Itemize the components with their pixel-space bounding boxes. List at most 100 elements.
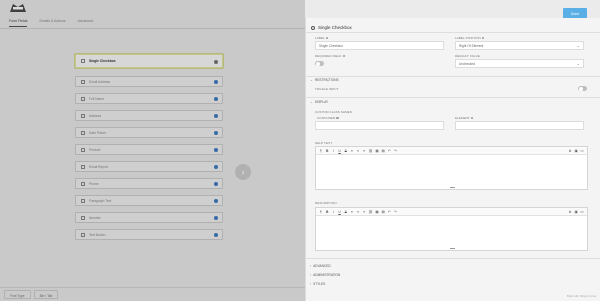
strike-icon[interactable]: S [344,149,348,153]
required-toggle[interactable] [315,61,324,66]
copy-icon[interactable]: ⧉ [568,149,572,153]
chevron-down-icon: ⌄ [576,61,580,66]
underline-icon[interactable]: U [338,210,342,214]
list-item[interactable]: Email Address [75,76,223,87]
link-icon[interactable]: ⛓ [369,210,373,214]
gear-icon[interactable] [214,59,218,64]
code-icon[interactable]: <> [580,210,584,214]
help-text-label: HELP TEXT [315,141,333,145]
field-list: Single Checkbox Email Address Full Name … [74,53,224,246]
field-icon [81,164,85,169]
tab-advanced[interactable]: Advanced [78,19,94,27]
editor-toolbar: ¶ B I U S ≡ ≡ ≡ ⛓ ▦ ▤ ↶ ↷ ⧉ ▣ <> [316,208,587,216]
list-item[interactable]: Number [75,212,223,223]
default-value-select[interactable]: Unchecked ⌄ [455,59,584,68]
resize-handle[interactable] [450,248,455,249]
tab-emails-actions[interactable]: Emails & Actions [39,19,65,27]
toggle-input-switch[interactable] [578,86,587,91]
redo-icon[interactable]: ↷ [393,149,397,153]
divider [305,76,600,77]
section-display[interactable]: ⌄ DISPLAY [310,100,328,104]
checkbox-icon [81,59,85,63]
drawer-header-bar [305,0,600,18]
list-ul-icon[interactable]: ≡ [350,210,354,214]
list-ul-icon[interactable]: ≡ [350,149,354,153]
field-icon [81,79,85,84]
label-position-select[interactable]: Right Of Element ⌄ [455,41,584,50]
field-label: Email Address [89,79,111,84]
underline-icon[interactable]: U [338,149,342,153]
next-arrow-button[interactable]: › [235,164,251,180]
element-class-input[interactable] [455,121,584,130]
label-label: LABEL [315,36,329,40]
paragraph-icon[interactable]: ¶ [319,149,323,153]
gear-icon[interactable] [214,233,218,237]
gear-icon[interactable] [214,97,218,101]
section-styles[interactable]: › STYLES [310,282,325,286]
chevron-right-icon: › [310,282,312,286]
gear-icon[interactable] [214,131,218,135]
section-administration[interactable]: › ADMINISTRATION [310,273,340,277]
footer-button[interactable]: Font Type [4,290,31,299]
gear-icon[interactable] [214,182,218,186]
footer-button[interactable]: Bin / Tab [33,290,59,299]
field-label: Single Checkbox [89,59,116,63]
section-advanced[interactable]: › ADVANCED [310,264,331,268]
redo-icon[interactable]: ↷ [393,210,397,214]
tab-form-fields[interactable]: Form Fields [9,19,28,27]
help-text-editor[interactable]: ¶ B I U S ≡ ≡ ≡ ⛓ ▦ ▤ ↶ ↷ ⧉ ▣ <> [315,146,588,190]
chevron-right-icon: › [310,273,312,277]
resize-handle[interactable] [450,187,455,188]
gear-icon[interactable] [214,165,218,169]
fullscreen-icon[interactable]: ▣ [574,149,578,153]
code-icon[interactable]: <> [580,149,584,153]
align-icon[interactable]: ≡ [362,149,366,153]
gear-icon[interactable] [214,148,218,152]
list-item[interactable]: Phone [75,178,223,189]
italic-icon[interactable]: I [331,210,335,214]
list-item[interactable]: Date Picker [75,127,223,138]
custom-classes-label: CUSTOM CLASS NAMES [315,110,352,114]
table-icon[interactable]: ▦ [375,210,379,214]
ninja-logo-icon [10,4,26,12]
field-label: Number [89,215,101,220]
list-ol-icon[interactable]: ≡ [356,210,360,214]
table-icon[interactable]: ▦ [375,149,379,153]
field-single-checkbox[interactable]: Single Checkbox [74,53,224,69]
italic-icon[interactable]: I [331,149,335,153]
list-item[interactable]: Address [75,110,223,121]
editor-toolbar: ¶ B I U S ≡ ≡ ≡ ⛓ ▦ ▤ ↶ ↷ ⧉ ▣ <> [316,147,587,155]
copy-icon[interactable]: ⧉ [568,210,572,214]
gear-icon[interactable] [214,80,218,84]
help-icon [342,54,346,57]
list-item[interactable]: Email Report [75,161,223,172]
field-icon [81,198,85,203]
divider [0,28,305,29]
link-icon[interactable]: ⛓ [369,149,373,153]
help-icon [325,36,329,39]
list-item[interactable]: Product [75,144,223,155]
field-label: Paragraph Text [89,198,112,203]
gear-icon[interactable] [214,216,218,220]
description-editor[interactable]: ¶ B I U S ≡ ≡ ≡ ⛓ ▦ ▤ ↶ ↷ ⧉ ▣ <> [315,207,588,251]
label-input[interactable]: Single Checkbox [315,41,444,50]
paragraph-icon[interactable]: ¶ [319,210,323,214]
container-class-input[interactable] [315,121,444,130]
undo-icon[interactable]: ↶ [387,149,391,153]
gear-icon[interactable] [214,114,218,118]
bold-icon[interactable]: B [325,210,329,214]
bold-icon[interactable]: B [325,149,329,153]
media-icon[interactable]: ▤ [381,210,385,214]
align-icon[interactable]: ≡ [362,210,366,214]
section-restrictions[interactable]: ⌄ RESTRICTIONS [310,78,339,82]
fullscreen-icon[interactable]: ▣ [574,210,578,214]
field-label: Email Report [89,164,109,169]
list-item[interactable]: Text Button [75,229,223,240]
list-ol-icon[interactable]: ≡ [356,149,360,153]
strike-icon[interactable]: S [344,210,348,214]
undo-icon[interactable]: ↶ [387,210,391,214]
gear-icon[interactable] [214,199,218,203]
media-icon[interactable]: ▤ [381,149,385,153]
list-item[interactable]: Full Name [75,93,223,104]
list-item[interactable]: Paragraph Text [75,195,223,206]
